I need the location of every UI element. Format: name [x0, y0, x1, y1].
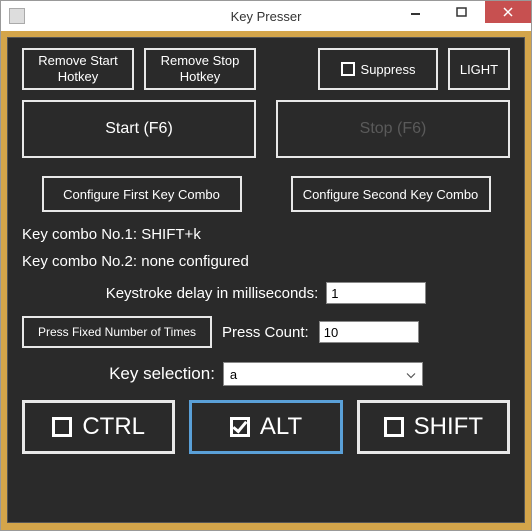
alt-label: ALT [260, 413, 302, 441]
delay-label: Keystroke delay in milliseconds: [106, 285, 319, 302]
light-button[interactable]: LIGHT [448, 48, 510, 90]
config-row: Configure First Key Combo Configure Seco… [22, 176, 510, 212]
maximize-button[interactable] [439, 1, 485, 23]
key-selection-value: a [230, 367, 237, 382]
window-controls [393, 1, 531, 31]
suppress-toggle[interactable]: Suppress [318, 48, 438, 90]
remove-stop-hotkey-button[interactable]: Remove Stop Hotkey [144, 48, 256, 90]
chevron-down-icon [406, 367, 416, 382]
start-stop-row: Start (F6) Stop (F6) [22, 100, 510, 158]
press-fixed-times-button[interactable]: Press Fixed Number of Times [22, 316, 212, 348]
press-count-input[interactable] [319, 321, 419, 343]
configure-first-combo-button[interactable]: Configure First Key Combo [42, 176, 242, 212]
window-title: Key Presser [231, 9, 302, 24]
ctrl-toggle[interactable]: CTRL [22, 400, 175, 454]
alt-toggle[interactable]: ALT [189, 400, 342, 454]
ctrl-checkbox-icon [52, 417, 72, 437]
suppress-label: Suppress [361, 62, 416, 77]
stop-button[interactable]: Stop (F6) [276, 100, 510, 158]
ctrl-label: CTRL [82, 413, 145, 441]
shift-toggle[interactable]: SHIFT [357, 400, 510, 454]
minimize-button[interactable] [393, 1, 439, 23]
delay-row: Keystroke delay in milliseconds: [22, 282, 510, 304]
alt-checkbox-icon [230, 417, 250, 437]
suppress-checkbox-icon [341, 62, 355, 76]
key-selection-row: Key selection: a [22, 362, 510, 386]
press-row: Press Fixed Number of Times Press Count: [22, 316, 510, 348]
titlebar: Key Presser [1, 1, 531, 31]
content-panel: Remove Start Hotkey Remove Stop Hotkey S… [7, 37, 525, 523]
delay-input[interactable] [326, 282, 426, 304]
key-selection-label: Key selection: [109, 364, 215, 384]
close-icon [502, 6, 514, 18]
remove-start-hotkey-button[interactable]: Remove Start Hotkey [22, 48, 134, 90]
minimize-icon [410, 6, 422, 18]
combo1-text: Key combo No.1: SHIFT+k [22, 226, 510, 243]
shift-label: SHIFT [414, 413, 483, 441]
combo2-text: Key combo No.2: none configured [22, 253, 510, 270]
top-row: Remove Start Hotkey Remove Stop Hotkey S… [22, 48, 510, 90]
app-icon [9, 8, 25, 24]
maximize-icon [456, 6, 468, 18]
configure-second-combo-button[interactable]: Configure Second Key Combo [291, 176, 491, 212]
app-window: Key Presser Remove Start Hotkey Remove S… [0, 0, 532, 531]
start-button[interactable]: Start (F6) [22, 100, 256, 158]
key-selection-dropdown[interactable]: a [223, 362, 423, 386]
shift-checkbox-icon [384, 417, 404, 437]
press-count-label: Press Count: [222, 324, 309, 341]
close-button[interactable] [485, 1, 531, 23]
modifier-row: CTRL ALT SHIFT [22, 400, 510, 454]
